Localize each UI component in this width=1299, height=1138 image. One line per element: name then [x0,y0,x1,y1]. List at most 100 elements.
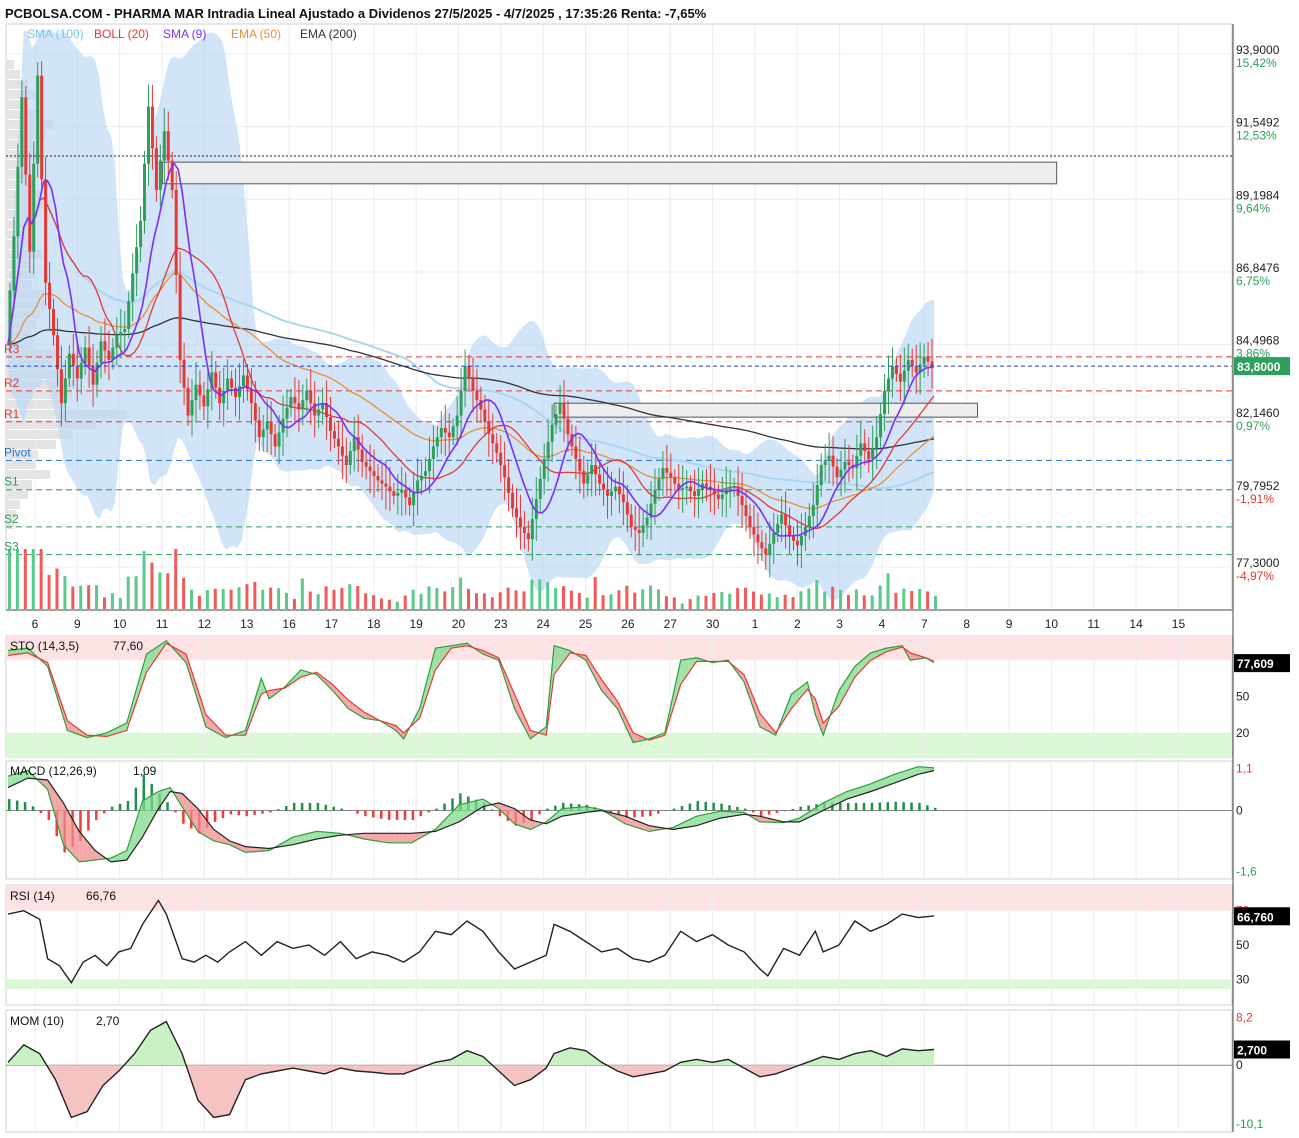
candle-body [340,446,344,456]
y-tick-label: 77,3000 [1236,556,1280,570]
candle-body [863,443,867,452]
x-tick-label: 6 [32,617,39,631]
mom-badge-label: 2,700 [1237,1044,1267,1058]
candle-body [752,526,756,535]
candle-body [546,441,550,459]
candle-body [455,415,459,427]
y-tick-label: 86,8476 [1236,261,1280,275]
macd-histogram-bar [538,810,541,815]
macd-histogram-bar [633,810,636,818]
macd-histogram-bar [379,810,383,819]
candle-body [423,471,427,476]
candle-body [926,356,930,362]
candle-body [693,491,697,496]
candle-body [178,274,182,360]
sto-tick-20: 20 [1236,726,1250,740]
candle-body [795,540,799,546]
candle-body [574,446,578,459]
legend-ema50: EMA (50) [231,27,281,41]
candle-body [91,366,95,385]
candle-body [748,516,752,527]
candle-body [542,458,546,479]
price-zone-box [161,161,1058,185]
volume-bar [934,595,937,609]
candle-body [756,534,760,543]
sto-badge-label: 77,609 [1237,657,1274,671]
candle-body [40,75,44,180]
macd-histogram-bar [253,810,256,815]
candle-body [637,529,641,534]
macd-histogram-bar [839,802,842,811]
volume-bar [324,586,328,609]
candle-body [309,390,313,404]
candle-body [317,409,321,416]
x-tick-label: 2 [794,617,801,631]
volume-bar [894,592,898,609]
volume-bar [158,572,162,609]
macd-histogram-bar [688,803,692,811]
candle-body [400,489,404,493]
candle-body [99,341,103,364]
macd-histogram-bar [870,802,874,811]
volume-bar [886,573,890,609]
volume-bar [134,576,138,609]
candle-body [898,373,902,382]
candle-body [689,486,693,492]
macd-histogram-bar [134,787,138,811]
macd-histogram-bar [47,810,51,820]
candle-body [420,475,424,481]
candle-body [392,491,396,496]
x-tick-label: 13 [240,617,254,631]
volume-bar [522,591,526,609]
sto-overbought-band [6,636,1232,661]
candle-body [20,97,24,167]
pivot-label-r3: R3 [4,342,20,356]
macd-histogram-bar [664,810,668,812]
volume-bar [791,597,795,609]
macd-histogram-bar [862,802,866,811]
macd-histogram-bar [649,810,652,817]
volume-bar [237,587,241,609]
x-tick-label: 16 [282,617,296,631]
volume-bar [823,591,827,609]
volume-bar [783,594,787,609]
x-tick-label: 27 [664,617,678,631]
macd-histogram-bar [118,803,122,811]
candle-body [305,390,309,401]
candle-body [115,335,119,348]
macd-histogram-bar [15,800,19,811]
y-pct-label: -1,91% [1236,492,1274,506]
candle-body [855,455,859,469]
volume-bar [8,549,11,609]
rsi-title: RSI (14) [10,889,55,903]
candle-body [412,492,416,506]
candle-body [439,427,443,438]
macd-histogram-bar [102,810,106,814]
macd-histogram-bar [39,810,43,814]
volume-bar [696,595,700,609]
x-tick-label: 26 [621,617,635,631]
y-tick-label: 91,5492 [1236,116,1280,130]
candle-body [716,494,720,500]
candle-body [772,533,776,544]
volume-bar [31,549,35,609]
macd-histogram-bar [110,806,114,811]
volume-bar [815,579,819,609]
candle-body [202,395,206,407]
candle-body [499,452,503,466]
candle-body [135,247,139,274]
candle-body [52,308,56,336]
candle-body [819,465,823,486]
legend-ema200: EMA (200) [300,27,357,41]
candle-body [764,548,768,555]
candle-body [186,387,190,416]
volume-bar [759,594,763,609]
candle-body [435,437,439,447]
volume-bar [364,593,368,609]
volume-bar [467,588,471,609]
candle-body [744,505,748,517]
y-tick-label: 84,4968 [1236,334,1280,348]
volume-bar [316,594,320,609]
volume-bar [221,589,225,609]
candle-body [554,414,558,425]
